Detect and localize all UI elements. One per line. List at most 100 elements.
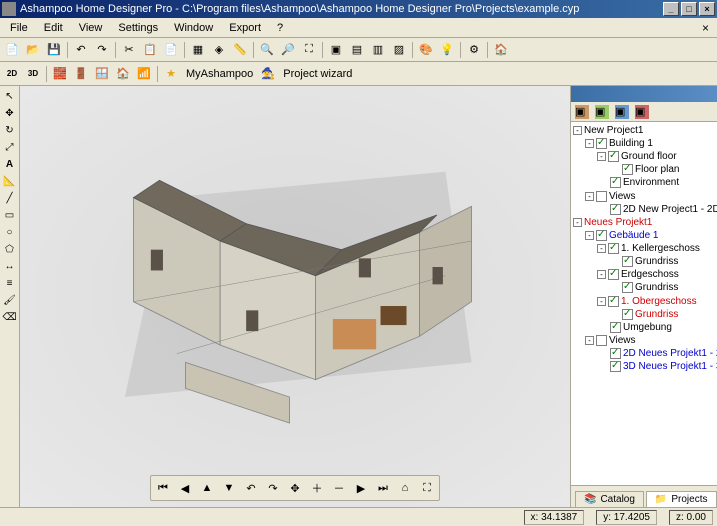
nav-down-icon[interactable]: ▼ <box>219 478 239 498</box>
tree-toggle-icon[interactable]: - <box>585 192 594 201</box>
move-icon[interactable]: ✥ <box>2 105 18 121</box>
help-icon[interactable]: 🏠 <box>491 40 511 60</box>
tree-label[interactable]: 1. Kellergeschoss <box>621 243 700 254</box>
tree-toggle-icon[interactable]: - <box>597 270 606 279</box>
tree-toggle-icon[interactable]: - <box>585 231 594 240</box>
nav-rotate-right-icon[interactable]: ↷ <box>263 478 283 498</box>
render-icon[interactable]: 🎨 <box>416 40 436 60</box>
tree-label[interactable]: Floor plan <box>635 164 679 175</box>
tree-node[interactable]: 2D Neues Projekt1 - 2D-Ansich <box>573 347 715 360</box>
tree-label[interactable]: Grundriss <box>635 256 678 267</box>
panel-icon-3[interactable]: ▣ <box>615 105 629 119</box>
menu-help[interactable]: ? <box>269 20 291 36</box>
minimize-button[interactable]: _ <box>663 2 679 16</box>
tree-label[interactable]: 1. Obergeschoss <box>621 296 697 307</box>
roof-icon[interactable]: 🏠 <box>113 64 133 84</box>
tree-node[interactable]: 2D New Project1 - 2D View <box>573 203 715 216</box>
tree-label[interactable]: New Project1 <box>584 125 643 136</box>
panel-icon-2[interactable]: ▣ <box>595 105 609 119</box>
tree-node[interactable]: Floor plan <box>573 163 715 176</box>
tree-checkbox[interactable] <box>596 191 607 202</box>
wall-icon[interactable]: 🧱 <box>50 64 70 84</box>
project-wizard-link[interactable]: Project wizard <box>279 68 356 80</box>
nav-rotate-left-icon[interactable]: ↶ <box>241 478 261 498</box>
grid-icon[interactable]: ▦ <box>188 40 208 60</box>
menu-edit[interactable]: Edit <box>36 20 71 36</box>
tree-node[interactable]: Environment <box>573 176 715 189</box>
tree-label[interactable]: Gebäude 1 <box>609 230 659 241</box>
tree-node[interactable]: Grundriss <box>573 255 715 268</box>
tree-node[interactable]: Grundriss <box>573 308 715 321</box>
menu-window[interactable]: Window <box>166 20 221 36</box>
select-icon[interactable]: ↖ <box>2 88 18 104</box>
tree-toggle-icon[interactable]: - <box>597 244 606 253</box>
dim-icon[interactable]: ↔ <box>2 258 18 274</box>
tree-checkbox[interactable] <box>610 322 621 333</box>
copy-icon[interactable]: 📋 <box>140 40 160 60</box>
view-persp-icon[interactable]: ▨ <box>389 40 409 60</box>
tree-node[interactable]: -Ground floor <box>573 150 715 163</box>
tree-label[interactable]: 3D Neues Projekt1 - 3D-Ansich <box>623 361 717 372</box>
circle-icon[interactable]: ○ <box>2 224 18 240</box>
tree-node[interactable]: -Neues Projekt1 <box>573 216 715 229</box>
ruler-icon[interactable]: 📏 <box>230 40 250 60</box>
maximize-button[interactable]: □ <box>681 2 697 16</box>
nav-pan-icon[interactable]: ✥ <box>285 478 305 498</box>
tree-checkbox[interactable] <box>608 296 619 307</box>
tab-catalog[interactable]: 📚 Catalog <box>575 491 644 507</box>
tree-node[interactable]: -1. Obergeschoss <box>573 295 715 308</box>
tree-checkbox[interactable] <box>610 204 621 215</box>
undo-icon[interactable]: ↶ <box>71 40 91 60</box>
tree-node[interactable]: -Building 1 <box>573 137 715 150</box>
tab-projects[interactable]: 📁 Projects <box>646 491 717 507</box>
tree-checkbox[interactable] <box>622 309 633 320</box>
menu-settings[interactable]: Settings <box>110 20 166 36</box>
mode-3d-icon[interactable]: 3D <box>23 64 43 84</box>
panel-icon-1[interactable]: ▣ <box>575 105 589 119</box>
rotate-icon[interactable]: ↻ <box>2 122 18 138</box>
poly-icon[interactable]: ⬠ <box>2 241 18 257</box>
tree-label[interactable]: Building 1 <box>609 138 653 149</box>
tree-checkbox[interactable] <box>610 177 621 188</box>
mode-2d-icon[interactable]: 2D <box>2 64 22 84</box>
tree-label[interactable]: Ground floor <box>621 151 677 162</box>
nav-fit-icon[interactable]: ⛶ <box>417 478 437 498</box>
tree-label[interactable]: Views <box>609 191 636 202</box>
nav-up-icon[interactable]: ▲ <box>197 478 217 498</box>
tree-label[interactable]: Grundriss <box>635 283 678 294</box>
stairs-icon[interactable]: 📶 <box>134 64 154 84</box>
tree-node[interactable]: Grundriss <box>573 281 715 294</box>
star-icon[interactable]: ★ <box>161 64 181 84</box>
window-icon[interactable]: 🪟 <box>92 64 112 84</box>
project-tree[interactable]: -New Project1-Building 1-Ground floorFlo… <box>571 122 717 485</box>
tree-checkbox[interactable] <box>596 230 607 241</box>
tree-checkbox[interactable] <box>608 151 619 162</box>
tree-checkbox[interactable] <box>622 164 633 175</box>
settings-icon[interactable]: ⚙ <box>464 40 484 60</box>
zoom-out-icon[interactable]: 🔎 <box>278 40 298 60</box>
paste-icon[interactable]: 📄 <box>161 40 181 60</box>
view-front-icon[interactable]: ▤ <box>347 40 367 60</box>
nav-zoom-out-icon[interactable]: － <box>329 478 349 498</box>
tree-checkbox[interactable] <box>622 256 633 267</box>
tree-toggle-icon[interactable]: - <box>573 218 582 227</box>
canvas-3d[interactable] <box>20 86 570 507</box>
rect-icon[interactable]: ▭ <box>2 207 18 223</box>
zoom-in-icon[interactable]: 🔍 <box>257 40 277 60</box>
view-side-icon[interactable]: ▥ <box>368 40 388 60</box>
tree-node[interactable]: - Views <box>573 190 715 203</box>
save-icon[interactable]: 💾 <box>44 40 64 60</box>
tree-node[interactable]: - Erdgeschoss <box>573 268 715 281</box>
new-icon[interactable]: 📄 <box>2 40 22 60</box>
myashampoo-link[interactable]: MyAshampoo <box>182 68 257 80</box>
tree-checkbox[interactable] <box>608 269 619 280</box>
tree-label[interactable]: Erdgeschoss <box>621 269 679 280</box>
menu-export[interactable]: Export <box>221 20 269 36</box>
tree-node[interactable]: 3D Neues Projekt1 - 3D-Ansich <box>573 360 715 373</box>
nav-zoom-in-icon[interactable]: ＋ <box>307 478 327 498</box>
viewport-3d[interactable]: ⏮ ◀ ▲ ▼ ↶ ↷ ✥ ＋ － ▶ ⏭ ⌂ ⛶ <box>20 86 570 507</box>
tree-checkbox[interactable] <box>596 335 607 346</box>
view-top-icon[interactable]: ▣ <box>326 40 346 60</box>
close-button[interactable]: × <box>699 2 715 16</box>
tree-node[interactable]: Umgebung <box>573 321 715 334</box>
